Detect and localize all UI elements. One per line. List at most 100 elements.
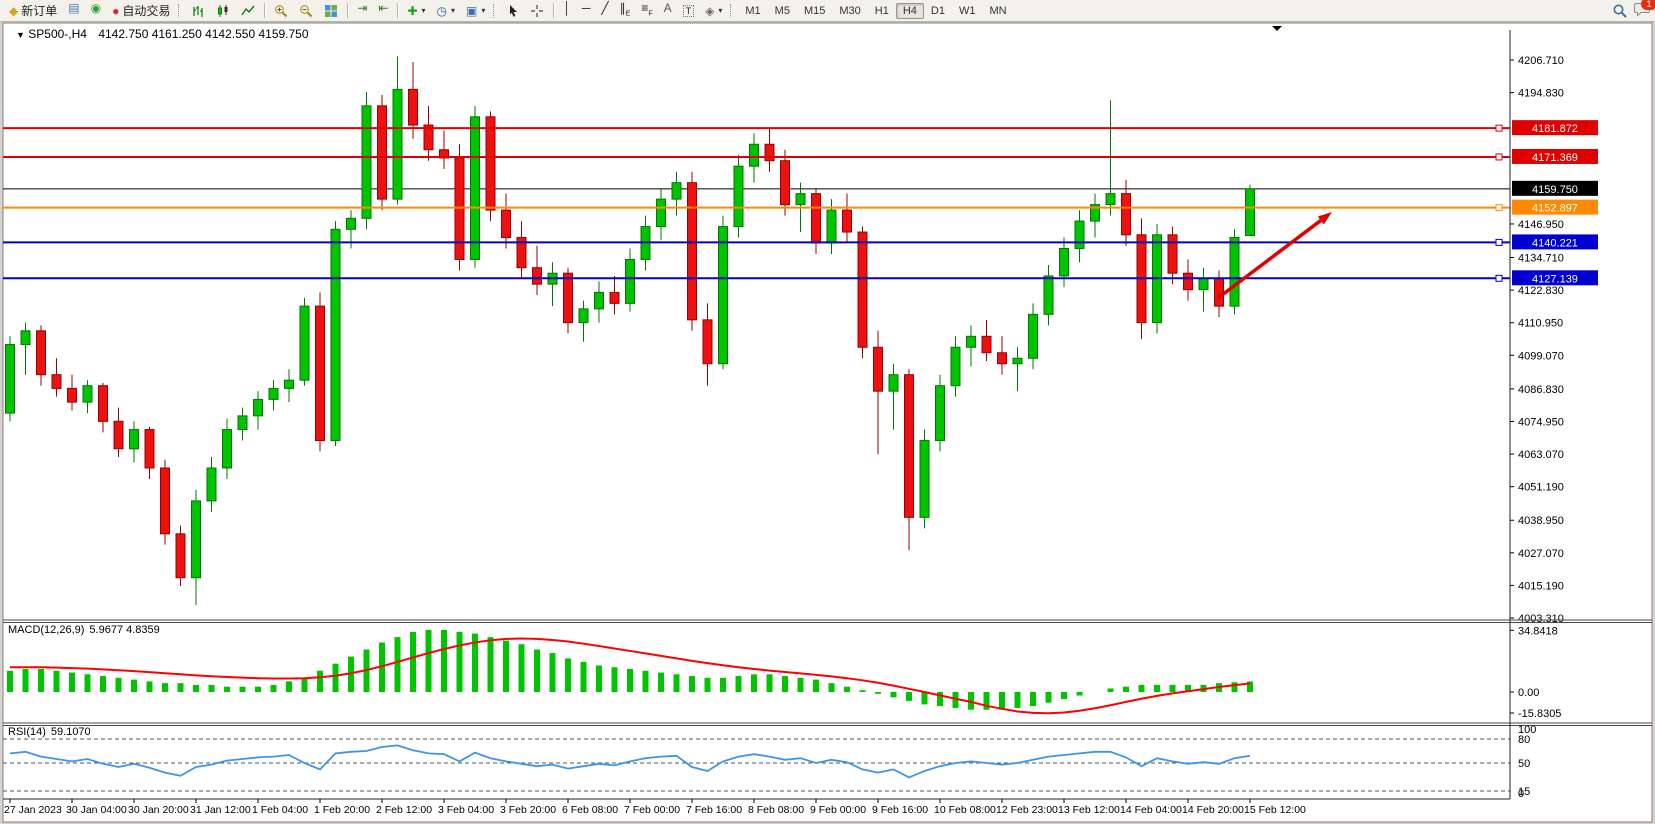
bullish-candle: [362, 106, 371, 218]
x-axis-tick-label: 14 Feb 20:00: [1182, 804, 1244, 816]
bullish-candle: [269, 388, 278, 399]
bullish-candle: [192, 501, 201, 578]
fibonacci-icon[interactable]: ≡F: [636, 0, 657, 21]
bearish-candle: [455, 158, 464, 260]
toolbar: ◆ 新订单 ▤ ◉ ● 自动交易 ⇥ ⇤ ✚▾ ◷▾ ▣▾ │ ─ ╱ ∥E ≡…: [0, 0, 1655, 22]
bearish-candle: [1168, 235, 1177, 273]
price-level-badge-label: 4152.897: [1532, 203, 1578, 215]
zoom-out-icon: [299, 4, 313, 18]
bearish-candle: [52, 375, 61, 389]
template-dropdown[interactable]: ▣▾: [461, 0, 490, 21]
bullish-candle: [393, 89, 402, 199]
price-chart-canvas: 4206.7104194.8304146.9504134.7104122.830…: [0, 0, 1655, 824]
timeframe-m15[interactable]: M15: [797, 3, 832, 19]
bullish-candle: [471, 117, 480, 260]
notifications-button[interactable]: 1: [1634, 2, 1651, 20]
timeframe-mn[interactable]: MN: [982, 3, 1013, 19]
zoom-in-icon: [274, 4, 288, 18]
line-anchor-handle[interactable]: [1496, 275, 1502, 281]
y-axis-tick-label: 4027.070: [1518, 548, 1564, 560]
shapes-dropdown[interactable]: ◈▾: [700, 0, 727, 21]
bullish-candle: [719, 227, 728, 364]
chart-shift-icon[interactable]: ⇤: [373, 0, 393, 21]
timeframe-m5[interactable]: M5: [768, 3, 797, 19]
bearish-candle: [316, 306, 325, 440]
bullish-candle: [238, 416, 247, 430]
bullish-candle: [285, 380, 294, 388]
market-watch-icon[interactable]: ▤: [63, 0, 84, 21]
label-icon[interactable]: T: [678, 0, 700, 21]
toolbar-separator: [264, 3, 265, 18]
symbol-dropdown-icon[interactable]: ▼: [16, 30, 25, 40]
current-price-badge-label: 4159.750: [1532, 184, 1578, 196]
y-axis-tick-label: 4074.950: [1518, 416, 1564, 428]
tile-windows-button[interactable]: [319, 0, 343, 21]
bearish-candle: [378, 106, 387, 199]
candlestick-chart-button[interactable]: [211, 0, 235, 21]
timeframe-m1[interactable]: M1: [738, 3, 767, 19]
bullish-candle: [6, 345, 15, 414]
y-axis-tick-label: 4086.830: [1518, 384, 1564, 396]
cursor-button[interactable]: [501, 0, 524, 21]
bullish-candle: [595, 292, 604, 308]
bearish-candle: [843, 210, 852, 232]
bullish-candle: [1013, 358, 1022, 363]
timeframe-h1[interactable]: H1: [868, 3, 896, 19]
bullish-candle: [1029, 314, 1038, 358]
zoom-in-button[interactable]: [269, 0, 293, 21]
auto-scroll-icon[interactable]: ⇥: [352, 0, 372, 21]
period-dropdown[interactable]: ◷▾: [432, 0, 461, 21]
vertical-line-icon[interactable]: │: [558, 0, 576, 21]
zoom-out-button[interactable]: [294, 0, 318, 21]
text-icon[interactable]: A: [659, 0, 677, 21]
toolbar-separator: [347, 3, 348, 18]
rsi-value: 59.1070: [51, 726, 91, 738]
bullish-candle: [1230, 238, 1239, 307]
rsi-axis-label: 50: [1518, 758, 1530, 770]
macd-axis-label: -15.8305: [1518, 708, 1561, 720]
line-anchor-handle[interactable]: [1496, 125, 1502, 131]
autotrading-button[interactable]: ● 自动交易: [107, 0, 175, 21]
x-axis-tick-label: 3 Feb 20:00: [500, 804, 556, 816]
period-clock-icon: ◷: [437, 5, 447, 17]
line-anchor-handle[interactable]: [1496, 205, 1502, 211]
x-axis-tick-label: 14 Feb 04:00: [1120, 804, 1182, 816]
autotrading-icon: ●: [112, 5, 119, 17]
ohlc-label: 4142.750 4161.250 4142.550 4159.750: [98, 27, 308, 41]
timeframe-h4[interactable]: H4: [896, 3, 924, 19]
x-axis-tick-label: 8 Feb 08:00: [748, 804, 804, 816]
timeframe-w1[interactable]: W1: [952, 3, 983, 19]
bearish-candle: [176, 534, 185, 578]
bearish-candle: [982, 336, 991, 352]
horizontal-line-icon[interactable]: ─: [577, 0, 596, 21]
timeframe-m30[interactable]: M30: [832, 3, 867, 19]
trendline-icon[interactable]: ╱: [596, 0, 613, 21]
bar-chart-button[interactable]: [186, 0, 210, 21]
shapes-icon: ◈: [705, 5, 714, 17]
new-order-button[interactable]: ◆ 新订单: [4, 0, 62, 21]
bullish-candle: [951, 347, 960, 385]
bullish-candle: [796, 194, 805, 205]
bullish-candle: [967, 336, 976, 347]
equidistant-channel-icon[interactable]: ∥E: [615, 0, 636, 21]
bullish-candle: [223, 430, 232, 468]
bearish-candle: [502, 210, 511, 237]
bearish-candle: [564, 273, 573, 322]
x-axis-tick-label: 3 Feb 04:00: [438, 804, 494, 816]
line-anchor-handle[interactable]: [1496, 154, 1502, 160]
line-anchor-handle[interactable]: [1496, 239, 1502, 245]
search-icon[interactable]: [1612, 3, 1628, 19]
chevron-down-icon: ▾: [451, 6, 455, 15]
bullish-candle: [579, 309, 588, 323]
new-chart-dropdown[interactable]: ✚▾: [402, 0, 430, 21]
bullish-candle: [331, 229, 340, 440]
bullish-candle: [21, 331, 30, 345]
chart-title: ▼ SP500-,H4 4142.750 4161.250 4142.550 4…: [16, 27, 309, 41]
line-chart-button[interactable]: [236, 0, 260, 21]
timeframe-d1[interactable]: D1: [924, 3, 952, 19]
crosshair-button[interactable]: [525, 0, 549, 21]
price-level-badge-label: 4171.369: [1532, 152, 1578, 164]
x-axis-tick-label: 6 Feb 08:00: [562, 804, 618, 816]
bearish-candle: [99, 386, 108, 422]
ticks-icon[interactable]: ◉: [86, 0, 106, 21]
